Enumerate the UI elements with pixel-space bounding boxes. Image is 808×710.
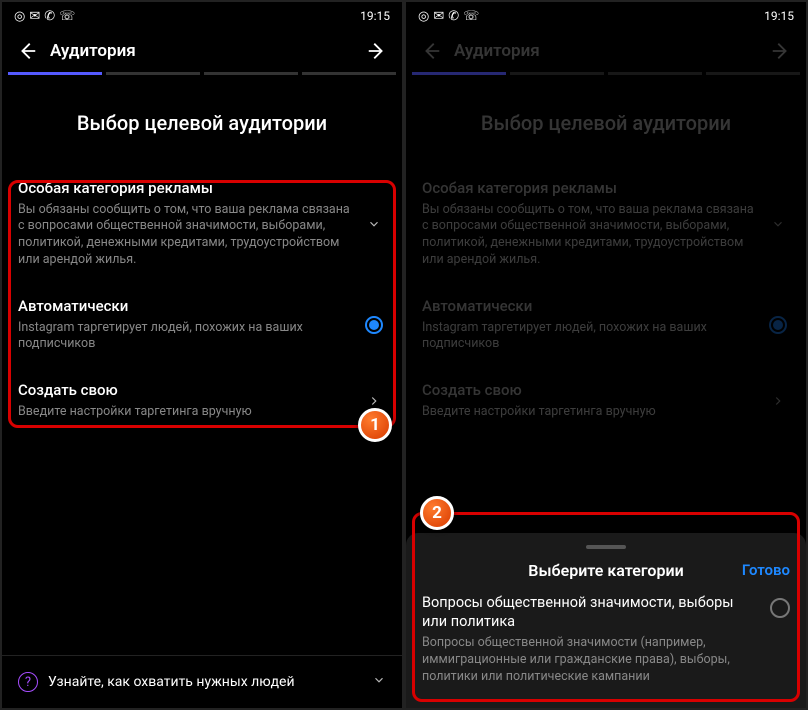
- row-create-own: Создать свою Введите настройки таргетинг…: [406, 367, 806, 434]
- row-title: Создать свою: [422, 381, 756, 401]
- forward-icon[interactable]: [366, 40, 388, 62]
- options-list: Особая категория рекламы Вы обязаны сооб…: [2, 165, 402, 435]
- footer-tip[interactable]: ? Узнайте, как охватить нужных людей: [2, 655, 402, 708]
- row-sub: Instagram таргетирует людей, похожих на …: [18, 320, 352, 354]
- row-create-own[interactable]: Создать свою Введите настройки таргетинг…: [2, 367, 402, 434]
- status-icon: ✉: [29, 9, 40, 24]
- row-title: Особая категория рекламы: [422, 179, 756, 199]
- back-icon[interactable]: [16, 40, 38, 62]
- chevron-down-icon: [372, 673, 386, 691]
- row-special-category: Особая категория рекламы Вы обязаны сооб…: [406, 165, 806, 283]
- done-button[interactable]: Готово: [742, 561, 790, 579]
- row-title: Автоматически: [18, 297, 352, 317]
- chevron-down-icon: [362, 217, 386, 231]
- status-icon: ✆: [448, 9, 459, 24]
- row-title: Особая категория рекламы: [18, 179, 352, 199]
- forward-icon[interactable]: [770, 40, 792, 62]
- status-bar: ◎ ✉ ✆ ☏ 19:15: [406, 2, 806, 30]
- step-badge-1: 1: [358, 408, 392, 442]
- heading: Выбор целевой аудитории: [406, 81, 806, 165]
- sheet-handle[interactable]: [586, 545, 626, 549]
- row-title: Создать свою: [18, 381, 352, 401]
- navbar: Аудитория: [2, 30, 402, 72]
- status-icon: ✉: [433, 9, 444, 24]
- page-title: Аудитория: [50, 41, 366, 61]
- sheet-option[interactable]: Вопросы общественной значимости, выборы …: [422, 594, 790, 686]
- row-sub: Instagram таргетирует людей, похожих на …: [422, 320, 756, 354]
- heading: Выбор целевой аудитории: [2, 81, 402, 165]
- status-bar: ◎ ✉ ✆ ☏ 19:15: [2, 2, 402, 30]
- status-icon: ◎: [14, 9, 25, 24]
- progress-steps: [406, 72, 806, 81]
- phone-left: ◎ ✉ ✆ ☏ 19:15 Аудитория Выбор целевой ау…: [2, 2, 402, 708]
- row-sub: Введите настройки таргетинга вручную: [18, 404, 352, 421]
- row-sub: Введите настройки таргетинга вручную: [422, 404, 756, 421]
- back-icon[interactable]: [420, 40, 442, 62]
- sheet-title: Выберите категории: [528, 561, 683, 580]
- row-special-category[interactable]: Особая категория рекламы Вы обязаны сооб…: [2, 165, 402, 283]
- status-time: 19:15: [764, 9, 794, 23]
- status-time: 19:15: [360, 9, 390, 23]
- status-icon: ☏: [463, 9, 479, 24]
- page-title: Аудитория: [454, 41, 770, 61]
- radio-selected[interactable]: [362, 316, 386, 334]
- footer-tip-label: Узнайте, как охватить нужных людей: [48, 674, 295, 690]
- sheet-option-title: Вопросы общественной значимости, выборы …: [422, 594, 760, 632]
- sheet-option-sub: Вопросы общественной значимости (наприме…: [422, 635, 760, 686]
- progress-steps: [2, 72, 402, 81]
- row-sub: Вы обязаны сообщить о том, что ваша рекл…: [18, 202, 352, 270]
- status-icon: ☏: [59, 9, 75, 24]
- bottom-sheet: Выберите категории Готово Вопросы общест…: [406, 533, 806, 708]
- options-list: Особая категория рекламы Вы обязаны сооб…: [406, 165, 806, 435]
- step-badge-2: 2: [420, 496, 454, 530]
- chevron-right-icon: [766, 394, 790, 408]
- navbar: Аудитория: [406, 30, 806, 72]
- radio-selected: [766, 316, 790, 334]
- row-sub: Вы обязаны сообщить о том, что ваша рекл…: [422, 202, 756, 270]
- chevron-right-icon: [362, 394, 386, 408]
- help-icon: ?: [18, 672, 38, 692]
- row-auto: Автоматически Instagram таргетирует люде…: [406, 283, 806, 367]
- status-icon: ✆: [44, 9, 55, 24]
- radio-unselected[interactable]: [770, 598, 790, 618]
- phone-right: ◎ ✉ ✆ ☏ 19:15 Аудитория Выбор целевой ау…: [406, 2, 806, 708]
- row-auto[interactable]: Автоматически Instagram таргетирует люде…: [2, 283, 402, 367]
- row-title: Автоматически: [422, 297, 756, 317]
- chevron-down-icon: [766, 217, 790, 231]
- status-icon: ◎: [418, 9, 429, 24]
